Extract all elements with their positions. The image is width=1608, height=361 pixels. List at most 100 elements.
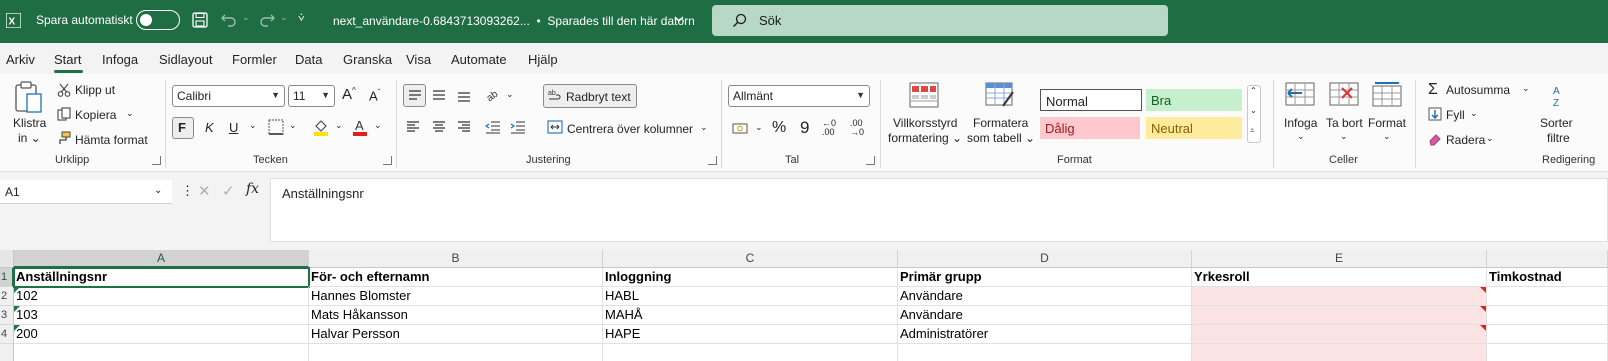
format-cells-icon[interactable]: [1372, 82, 1402, 108]
row-header-5[interactable]: [0, 344, 14, 361]
tab-sidlayout[interactable]: Sidlayout: [159, 52, 212, 67]
column-header-f[interactable]: [1487, 250, 1608, 268]
style-bad[interactable]: Dålig: [1040, 117, 1140, 139]
tab-formler[interactable]: Formler: [232, 52, 277, 67]
align-center-icon[interactable]: [432, 120, 446, 134]
number-launcher-icon[interactable]: [866, 156, 875, 165]
redo-dropdown-icon[interactable]: ⌄: [280, 12, 288, 23]
cell-c1[interactable]: Inloggning: [603, 268, 898, 287]
comment-indicator[interactable]: [1480, 306, 1486, 312]
delete-dropdown-icon[interactable]: ⌄: [1340, 131, 1348, 142]
decrease-font-icon[interactable]: Aˇ: [369, 88, 380, 103]
clear-dropdown-icon[interactable]: ⌄: [1486, 133, 1494, 144]
comment-indicator[interactable]: [1480, 325, 1486, 331]
scroll-up-icon[interactable]: ⌃: [1250, 86, 1257, 95]
formula-input[interactable]: Anställningsnr: [270, 178, 1608, 242]
cell-d1[interactable]: Primär grupp: [898, 268, 1192, 287]
cell-b1[interactable]: För- och efternamn: [309, 268, 603, 287]
error-indicator[interactable]: [14, 306, 20, 312]
format-painter-icon[interactable]: [57, 131, 71, 145]
font-name-select[interactable]: Calibri ▼: [172, 85, 285, 107]
tab-granska[interactable]: Granska: [343, 52, 392, 67]
document-title[interactable]: next_användare-0.6843713093262... • Spar…: [333, 14, 695, 28]
style-good[interactable]: Bra: [1146, 89, 1242, 111]
autosum-icon[interactable]: Σ: [1428, 81, 1438, 99]
scissors-icon[interactable]: [57, 83, 71, 97]
column-header-b[interactable]: B: [309, 250, 603, 268]
cell-a1[interactable]: Anställningsnr: [13, 267, 310, 288]
row-header-2[interactable]: 2: [0, 287, 14, 306]
tab-automate[interactable]: Automate: [451, 52, 507, 67]
merge-center-button[interactable]: Centrera över kolumner: [567, 122, 693, 136]
alignment-launcher-icon[interactable]: [708, 156, 717, 165]
align-middle-icon[interactable]: [432, 88, 446, 102]
scroll-down-icon[interactable]: ⌄: [1250, 106, 1257, 115]
comment-indicator[interactable]: [1480, 287, 1486, 293]
format-as-table-label-2[interactable]: som tabell ⌄: [967, 131, 1035, 145]
cell-a2[interactable]: 102: [14, 287, 309, 306]
format-as-table-icon[interactable]: [985, 82, 1015, 108]
cell-a5[interactable]: [14, 344, 309, 361]
copy-dropdown-icon[interactable]: ⌄: [126, 108, 134, 119]
insert-function-icon[interactable]: fx: [246, 181, 259, 197]
format-as-table-label[interactable]: Formatera: [973, 116, 1028, 130]
format-painter-button[interactable]: Hämta format: [75, 133, 148, 147]
autosave-toggle[interactable]: [136, 10, 180, 30]
cut-button[interactable]: Klipp ut: [75, 83, 115, 97]
tab-infoga[interactable]: Infoga: [102, 52, 138, 67]
comma-style-button[interactable]: 9: [800, 118, 809, 138]
fill-color-dropdown-icon[interactable]: ⌄: [335, 120, 343, 131]
paste-label-2[interactable]: in ⌄: [18, 131, 41, 145]
insert-cells-icon[interactable]: [1285, 82, 1315, 108]
redo-icon[interactable]: [258, 11, 276, 29]
font-size-select[interactable]: 11 ▼: [288, 85, 335, 107]
cell-e1[interactable]: Yrkesroll: [1192, 268, 1487, 287]
row-header-1[interactable]: 1: [0, 268, 14, 287]
select-all-button[interactable]: [0, 250, 14, 268]
tab-visa[interactable]: Visa: [406, 52, 431, 67]
name-box[interactable]: A1 ⌄: [0, 180, 172, 204]
sort-filter-label[interactable]: Sorter: [1540, 116, 1573, 130]
eraser-icon[interactable]: [1428, 132, 1442, 146]
row-header-4[interactable]: 4: [0, 325, 14, 344]
cell-f4[interactable]: [1487, 325, 1608, 344]
accounting-format-icon[interactable]: [732, 121, 750, 135]
cell-c3[interactable]: MAHÅ: [603, 306, 898, 325]
cell-f3[interactable]: [1487, 306, 1608, 325]
underline-button[interactable]: U: [229, 120, 238, 135]
fill-dropdown-icon[interactable]: ⌄: [1470, 108, 1478, 119]
borders-icon[interactable]: [268, 119, 284, 135]
cell-c2[interactable]: HABL: [603, 287, 898, 306]
format-dropdown-icon[interactable]: ⌄: [1383, 131, 1391, 142]
percent-button[interactable]: %: [772, 119, 786, 137]
cell-e2[interactable]: [1192, 287, 1487, 306]
insert-label[interactable]: Infoga: [1284, 116, 1317, 130]
column-header-d[interactable]: D: [898, 250, 1192, 268]
sort-filter-label-2[interactable]: filtre: [1547, 131, 1570, 145]
align-left-icon[interactable]: [406, 120, 420, 134]
cell-b2[interactable]: Hannes Blomster: [309, 287, 603, 306]
cell-a4[interactable]: 200: [14, 325, 309, 344]
merge-center-icon[interactable]: [547, 120, 563, 134]
column-header-e[interactable]: E: [1192, 250, 1487, 268]
cell-d5[interactable]: [898, 344, 1192, 361]
decrease-indent-icon[interactable]: [485, 120, 501, 134]
chevron-down-icon[interactable]: [674, 14, 684, 24]
font-color-dropdown-icon[interactable]: ⌄: [374, 120, 382, 131]
row-header-3[interactable]: 3: [0, 306, 14, 325]
conditional-formatting-icon[interactable]: [909, 82, 939, 108]
tab-start[interactable]: Start: [54, 52, 81, 67]
cell-a3[interactable]: 103: [14, 306, 309, 325]
orientation-dropdown-icon[interactable]: ⌄: [506, 89, 514, 100]
error-indicator[interactable]: [14, 325, 20, 331]
number-format-select[interactable]: Allmänt ▼: [728, 85, 870, 107]
format-label[interactable]: Format: [1368, 116, 1406, 130]
more-options-icon[interactable]: ⋮: [181, 183, 194, 199]
italic-button[interactable]: K: [205, 120, 214, 135]
font-color-icon[interactable]: A: [352, 118, 368, 136]
clear-button[interactable]: Radera: [1446, 133, 1485, 147]
cell-b5[interactable]: [309, 344, 603, 361]
fill-button[interactable]: Fyll: [1446, 108, 1465, 122]
font-launcher-icon[interactable]: [383, 156, 392, 165]
excel-logo-icon[interactable]: X: [6, 13, 21, 28]
